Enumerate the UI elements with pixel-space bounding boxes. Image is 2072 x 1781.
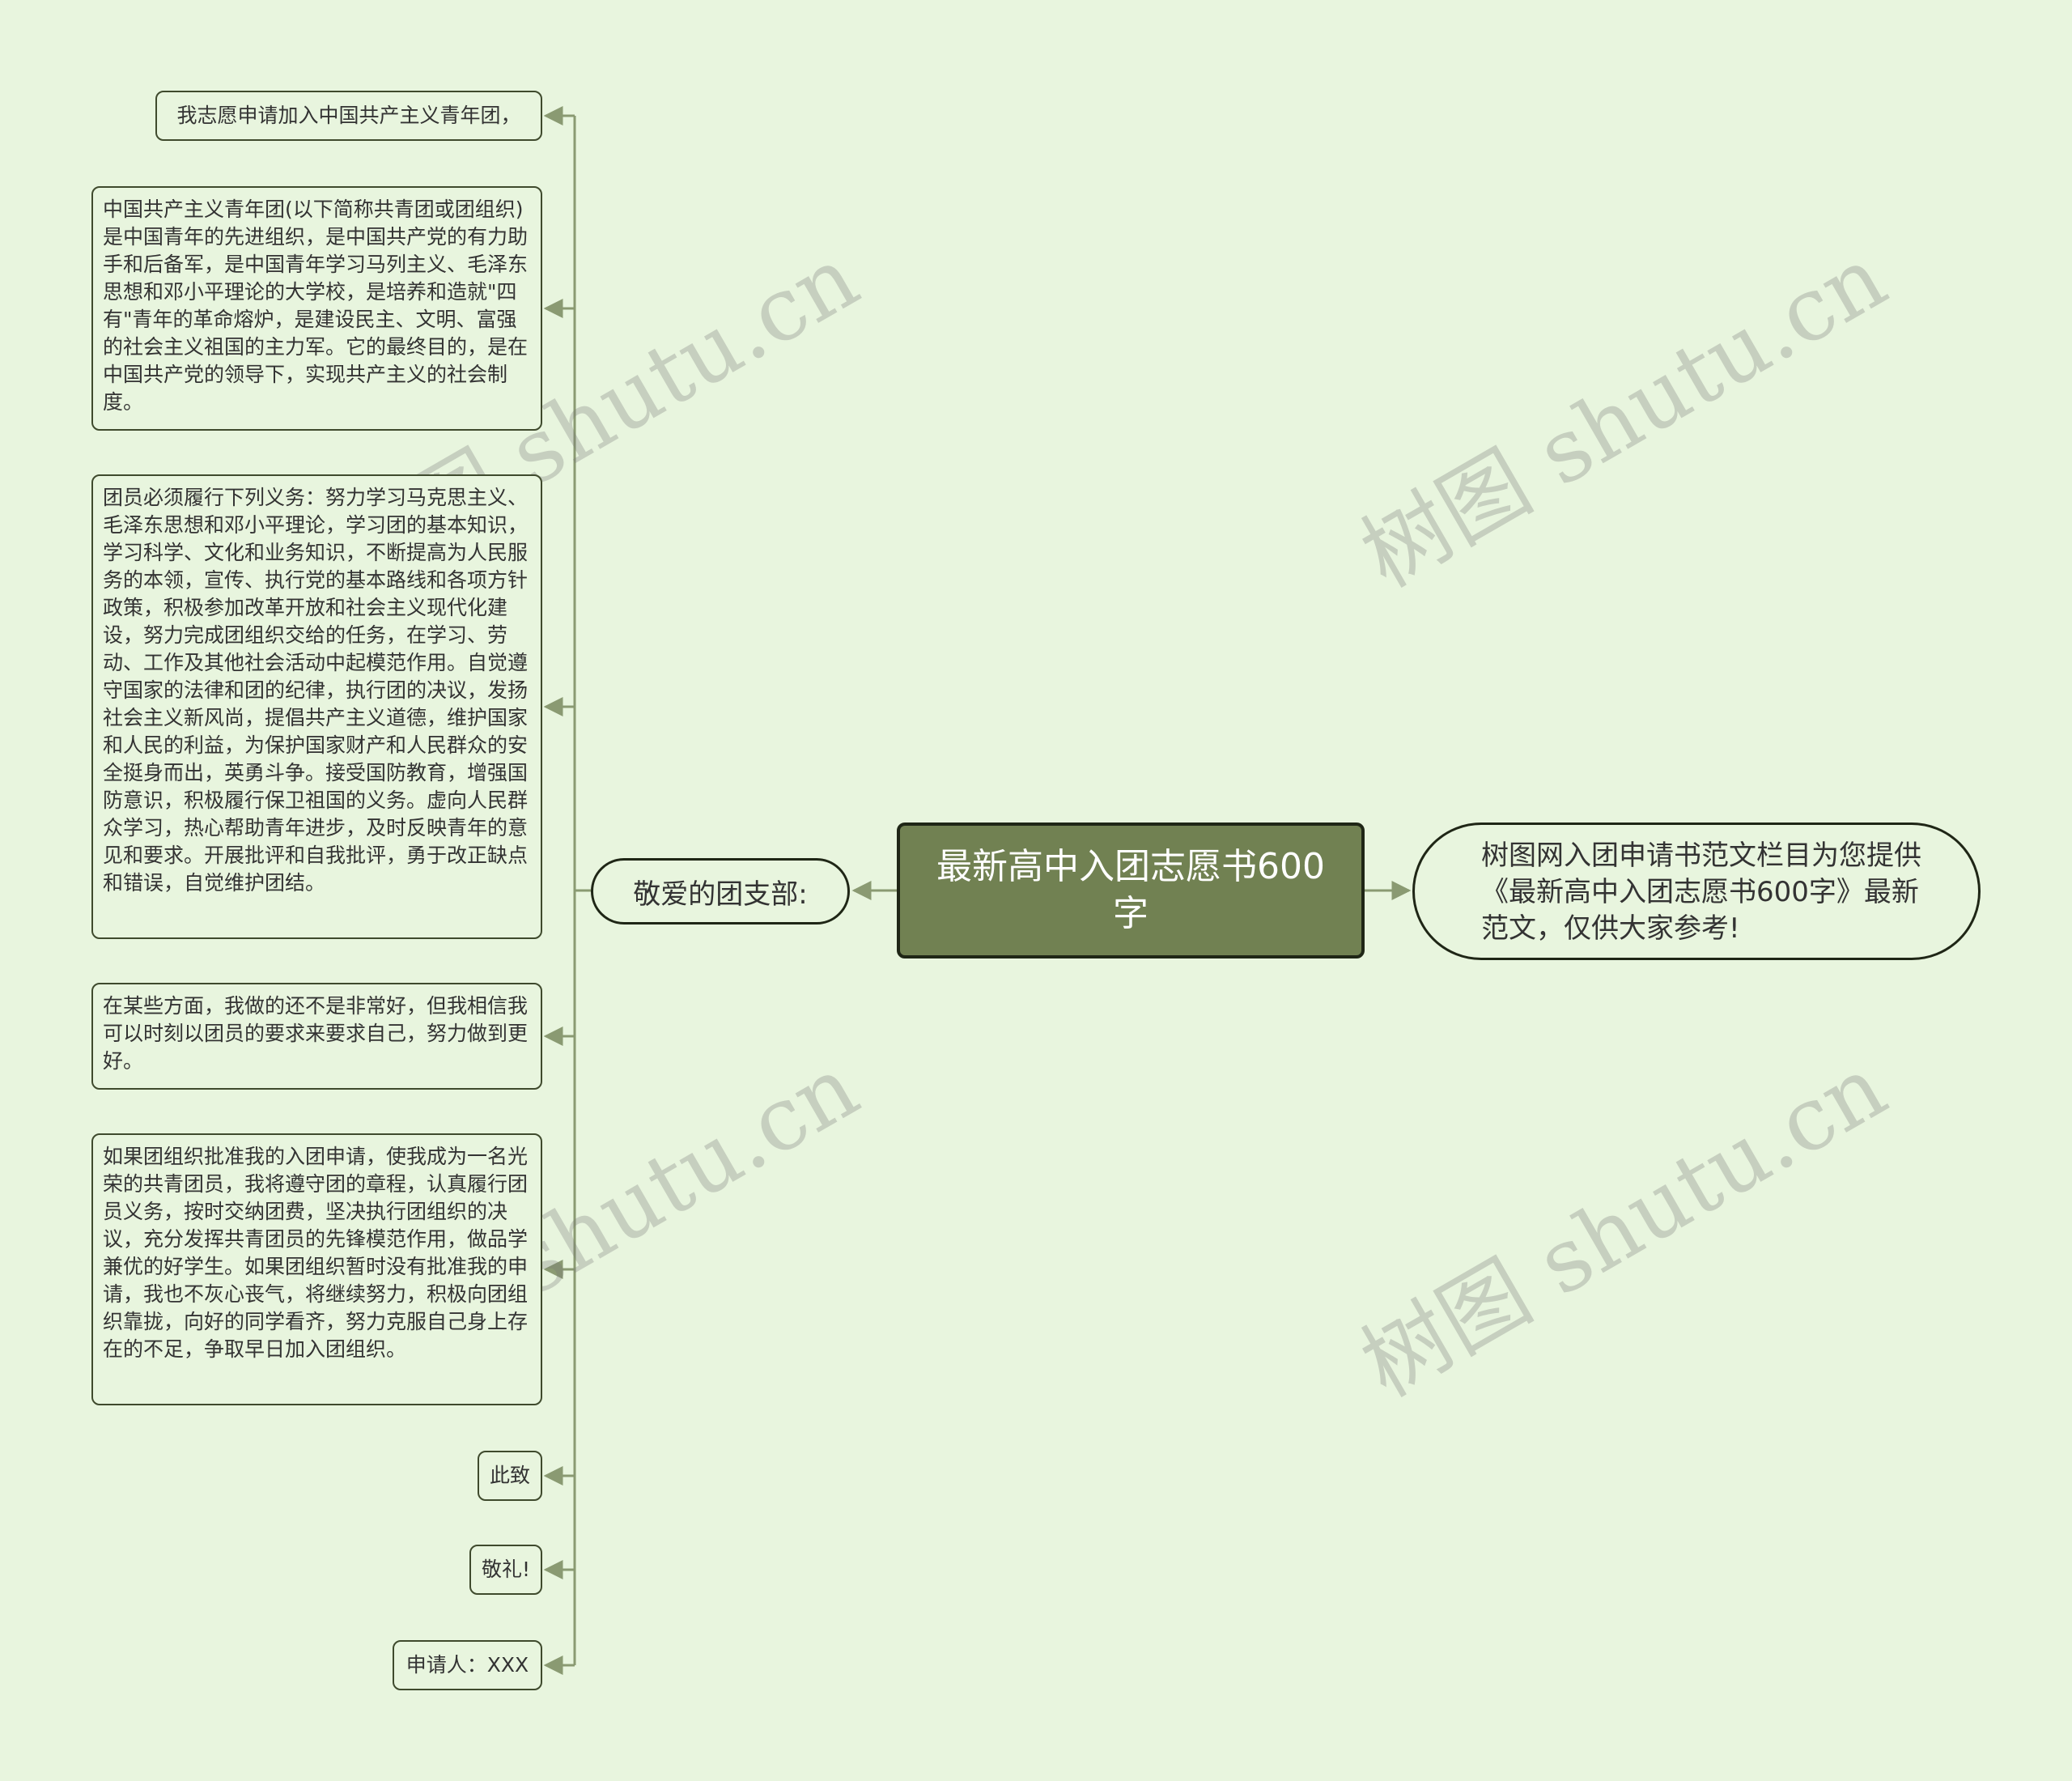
- paragraph-node-apply[interactable]: 我志愿申请加入中国共产主义青年团，: [155, 91, 542, 141]
- root-topic[interactable]: 最新高中入团志愿书600字: [897, 822, 1365, 959]
- paragraph-node-self-improve[interactable]: 在某些方面，我做的还不是非常好，但我相信我可以时刻以团员的要求来要求自己，努力做…: [91, 983, 542, 1090]
- greeting-node[interactable]: 敬爱的团支部:: [591, 858, 850, 925]
- paragraph-node-applicant[interactable]: 申请人：XXX: [393, 1640, 542, 1690]
- paragraph-node-duties[interactable]: 团员必须履行下列义务：努力学习马克思主义、毛泽东思想和邓小平理论，学习团的基本知…: [91, 474, 542, 939]
- mindmap-canvas: 树图 shutu.cn 树图 shutu.cn 树图 shutu.cn 树图 s…: [0, 0, 2072, 1781]
- intro-node[interactable]: 树图网入团申请书范文栏目为您提供《最新高中入团志愿书600字》最新范文，仅供大家…: [1412, 822, 1981, 960]
- paragraph-node-closing[interactable]: 此致: [478, 1451, 542, 1501]
- paragraph-node-salute[interactable]: 敬礼!: [469, 1545, 542, 1595]
- paragraph-node-commitment[interactable]: 如果团组织批准我的入团申请，使我成为一名光荣的共青团员，我将遵守团的章程，认真履…: [91, 1133, 542, 1405]
- paragraph-node-league-intro[interactable]: 中国共产主义青年团(以下简称共青团或团组织)是中国青年的先进组织，是中国共产党的…: [91, 186, 542, 431]
